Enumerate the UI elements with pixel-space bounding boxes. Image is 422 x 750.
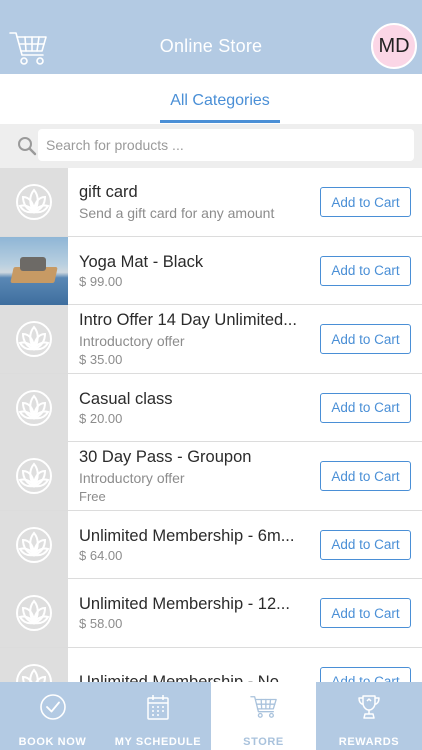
lotus-icon (16, 595, 52, 631)
lotus-icon (16, 526, 52, 563)
cart-icon (249, 696, 277, 718)
add-to-cart-button[interactable]: Add to Cart (320, 187, 411, 217)
list-item[interactable]: Unlimited Membership - 6m... $ 64.00 Add… (0, 510, 422, 579)
category-tabs: All Categories (0, 74, 422, 124)
lotus-icon (16, 184, 52, 220)
product-subtitle: Send a gift card for any amount (79, 205, 275, 221)
search-input[interactable] (38, 129, 414, 161)
product-thumbnail (0, 373, 68, 442)
calendar-icon (147, 695, 169, 720)
avatar[interactable]: MD (371, 23, 417, 69)
lotus-icon (16, 663, 52, 682)
product-price: $ 35.00 (79, 352, 123, 367)
add-to-cart-button[interactable]: Add to Cart (320, 392, 411, 423)
trophy-icon (358, 695, 380, 719)
product-subtitle: Introductory offer (79, 333, 185, 349)
product-name: Casual class (79, 389, 173, 408)
list-item[interactable]: Intro Offer 14 Day Unlimited... Introduc… (0, 305, 422, 374)
product-name: Intro Offer 14 Day Unlimited... (79, 311, 297, 329)
product-name: 30 Day Pass - Groupon (79, 448, 252, 466)
add-to-cart-button[interactable]: Add to Cart (320, 461, 411, 491)
search-icon (18, 137, 37, 156)
tab-all-categories[interactable]: All Categories (160, 92, 280, 110)
lotus-icon (16, 389, 52, 426)
list-item[interactable]: Unlimited Membership - 12... $ 58.00 Add… (0, 579, 422, 648)
product-thumbnail (0, 579, 68, 647)
product-photo (0, 236, 68, 305)
lotus-icon (16, 458, 52, 494)
nav-label: BOOK NOW (18, 736, 87, 748)
list-item[interactable]: gift card Send a gift card for any amoun… (0, 168, 422, 237)
tab-active-indicator (160, 120, 280, 123)
product-price: $ 99.00 (79, 273, 123, 289)
nav-label: STORE (243, 736, 284, 748)
bottom-nav: BOOK NOW MY SCHEDULE STORE REWARDS (0, 682, 422, 750)
check-circle-icon (39, 694, 66, 720)
product-name: gift card (79, 183, 138, 201)
product-price: Free (79, 489, 106, 504)
app-header: Online Store MD (0, 0, 422, 74)
search-bar (0, 124, 422, 168)
add-to-cart-button[interactable]: Add to Cart (320, 324, 411, 354)
product-name: Unlimited Membership - 12... (79, 595, 290, 613)
product-thumbnail (0, 647, 68, 682)
add-to-cart-button[interactable]: Add to Cart (320, 598, 411, 628)
list-item[interactable]: Casual class $ 20.00 Add to Cart (0, 373, 422, 442)
product-name: Unlimited Membership - No ... (79, 672, 298, 683)
add-to-cart-button[interactable]: Add to Cart (320, 666, 411, 682)
nav-my-schedule[interactable]: MY SCHEDULE (105, 682, 211, 750)
product-price: $ 64.00 (79, 547, 123, 563)
list-item[interactable]: 30 Day Pass - Groupon Introductory offer… (0, 442, 422, 511)
product-thumbnail (0, 168, 68, 236)
product-thumbnail (0, 442, 68, 510)
list-item[interactable]: Yoga Mat - Black $ 99.00 Add to Cart (0, 236, 422, 305)
product-name: Yoga Mat - Black (79, 252, 204, 271)
lotus-icon (16, 321, 52, 357)
page-title: Online Store (159, 36, 263, 56)
list-item[interactable]: Unlimited Membership - No ... Add to Car… (0, 647, 422, 683)
product-price: $ 20.00 (79, 410, 123, 426)
product-list: gift card Send a gift card for any amoun… (0, 168, 422, 682)
add-to-cart-button[interactable]: Add to Cart (320, 529, 411, 560)
product-price: $ 58.00 (79, 616, 123, 631)
product-thumbnail (0, 510, 68, 579)
nav-rewards[interactable]: REWARDS (316, 682, 422, 750)
product-thumbnail (0, 305, 68, 373)
nav-label: REWARDS (338, 736, 400, 748)
product-subtitle: Introductory offer (79, 470, 185, 486)
nav-label: MY SCHEDULE (114, 736, 202, 748)
add-to-cart-button[interactable]: Add to Cart (320, 255, 411, 286)
product-name: Unlimited Membership - 6m... (79, 526, 295, 545)
nav-book-now[interactable]: BOOK NOW (0, 682, 105, 750)
nav-store[interactable]: STORE (211, 682, 316, 750)
